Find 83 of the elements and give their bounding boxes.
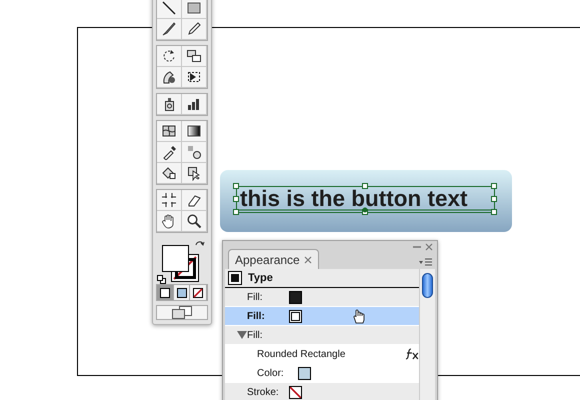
mode-button[interactable]	[190, 285, 208, 300]
swap-arrow-icon[interactable]	[194, 239, 206, 249]
default-colors-icon[interactable]	[157, 275, 166, 284]
button-text: this is the button text	[240, 190, 468, 208]
tool-button[interactable]	[157, 142, 182, 163]
row-label: Fill:	[247, 328, 263, 342]
row-label: Rounded Rectangle	[257, 348, 346, 362]
pencil-icon	[186, 21, 202, 37]
tool-button[interactable]	[182, 142, 207, 163]
tool-button[interactable]	[157, 19, 182, 40]
tool-button[interactable]	[157, 0, 182, 19]
bar-chart-icon	[186, 96, 202, 112]
panel-row[interactable]: Fill:	[225, 288, 419, 307]
mode-button[interactable]	[157, 285, 174, 300]
selection-handle[interactable]	[491, 209, 497, 215]
menu-icon[interactable]	[419, 258, 433, 266]
scale-icon	[186, 48, 202, 64]
mode-icon	[176, 288, 186, 298]
type-swatch-icon	[228, 271, 242, 285]
selection-icon	[186, 69, 202, 85]
tool-button[interactable]	[182, 163, 207, 184]
close-icon[interactable]	[304, 256, 312, 264]
selection-handle[interactable]	[233, 183, 239, 189]
fill-swatch[interactable]	[162, 245, 189, 272]
scroll-thumb[interactable]	[422, 273, 433, 298]
panel-row[interactable]: Fill:	[225, 326, 419, 345]
selection-handle[interactable]	[491, 196, 497, 202]
tool-button[interactable]	[157, 94, 182, 115]
gradient-icon	[186, 123, 202, 139]
mode-icon	[193, 288, 204, 298]
row-label: Color:	[257, 366, 285, 380]
scrollbar[interactable]	[419, 269, 435, 400]
mode-button[interactable]	[174, 285, 190, 300]
tool-button[interactable]	[157, 211, 182, 232]
color-swatch[interactable]	[289, 386, 302, 398]
tool-button[interactable]	[157, 163, 182, 184]
panel-tab[interactable]: Appearance	[228, 249, 319, 269]
disclosure-triangle-icon[interactable]	[237, 331, 247, 339]
cursor-icon	[186, 165, 202, 181]
tool-button[interactable]	[182, 19, 207, 40]
screen-mode-icon	[171, 306, 193, 319]
tool-button[interactable]	[182, 67, 207, 88]
selection-handle[interactable]	[362, 183, 368, 189]
mesh-icon	[161, 123, 177, 139]
tool-button[interactable]	[157, 190, 182, 211]
tool-button[interactable]	[182, 0, 207, 19]
row-label: Type	[248, 270, 273, 286]
selection-handle[interactable]	[491, 183, 497, 189]
brush-icon	[161, 21, 177, 37]
color-swatch[interactable]	[289, 310, 302, 322]
row-label: Fill:	[247, 290, 264, 304]
color-swatch[interactable]	[298, 366, 311, 380]
mode-icon	[160, 288, 170, 298]
tool-button[interactable]	[182, 211, 207, 232]
selection-handle[interactable]	[233, 209, 239, 215]
tool-button[interactable]	[182, 94, 207, 115]
hand-cursor-icon	[352, 308, 366, 324]
magnifier-icon	[186, 213, 202, 229]
anchor-point[interactable]	[362, 208, 368, 212]
tool-button[interactable]	[157, 46, 182, 67]
close-icon[interactable]	[425, 243, 433, 251]
tool-button[interactable]	[182, 121, 207, 142]
panel-row[interactable]: Fill:	[225, 307, 419, 326]
eyedropper-icon	[161, 144, 177, 160]
row-label: Fill:	[247, 310, 266, 324]
panel-row[interactable]: Type	[225, 269, 419, 288]
tool-button[interactable]	[157, 121, 182, 142]
blend-icon	[186, 144, 202, 160]
color-swatch[interactable]	[289, 290, 302, 304]
selection-handle[interactable]	[233, 196, 239, 202]
screen-mode-button[interactable]	[156, 305, 208, 320]
rectangle-icon	[186, 0, 202, 16]
panel-row[interactable]: Stroke:	[225, 383, 419, 400]
tool-button[interactable]	[157, 67, 182, 88]
crop-marks-icon	[161, 192, 177, 208]
rotate-icon	[161, 48, 177, 64]
warp-icon	[161, 69, 177, 85]
bucket-icon	[161, 165, 177, 181]
tool-button[interactable]	[182, 46, 207, 67]
fx-icon[interactable]	[405, 348, 419, 360]
line-icon	[161, 0, 177, 16]
row-label: Stroke:	[247, 386, 280, 400]
tool-button[interactable]	[182, 190, 207, 211]
